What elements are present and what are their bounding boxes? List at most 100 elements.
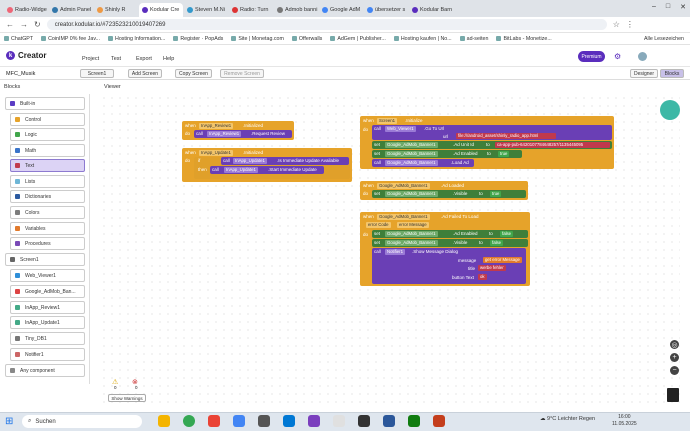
- backpack-icon[interactable]: [660, 100, 680, 120]
- app-icon[interactable]: [283, 415, 295, 427]
- app-icon[interactable]: [233, 415, 245, 427]
- browser-tab[interactable]: Shinly R: [94, 3, 138, 17]
- app-icon[interactable]: [258, 415, 270, 427]
- bookmark-item[interactable]: Register · PopAds: [173, 36, 223, 42]
- event-parameter[interactable]: error Message: [397, 222, 429, 228]
- trash-icon[interactable]: [667, 388, 679, 402]
- zoom-in-icon[interactable]: +: [670, 353, 679, 362]
- close-icon[interactable]: ✕: [680, 3, 686, 11]
- taskbar-search[interactable]: ⌕ Suchen: [22, 415, 142, 428]
- avatar[interactable]: [638, 52, 647, 61]
- browser-tab[interactable]: Kodular Barn: [409, 3, 453, 17]
- browser-tab-active[interactable]: Kodular Cre: [139, 3, 183, 17]
- palette-lists[interactable]: Lists: [10, 175, 85, 188]
- get-variable-block[interactable]: get error Message: [483, 257, 522, 263]
- palette-built-in[interactable]: Built-in: [5, 97, 85, 110]
- text-literal[interactable]: werbe fehler: [478, 265, 506, 271]
- app-logo[interactable]: k Creator: [6, 51, 46, 60]
- star-icon[interactable]: ☆: [613, 20, 620, 29]
- text-literal[interactable]: file:///android_asset/shinly_radio_app.h…: [456, 133, 556, 139]
- component-dropdown[interactable]: Google_AdMob_Banner1: [377, 183, 430, 189]
- palette-logic[interactable]: Logic: [10, 128, 85, 141]
- chrome-icon[interactable]: [183, 415, 195, 427]
- palette-any-component[interactable]: Any component: [5, 364, 85, 377]
- boolean-literal[interactable]: true: [498, 151, 510, 157]
- event-parameter[interactable]: error Code: [366, 222, 391, 228]
- palette-text[interactable]: Text: [10, 159, 85, 172]
- reload-icon[interactable]: ↻: [34, 20, 41, 29]
- browser-tab[interactable]: Steven M.Ni: [184, 3, 228, 17]
- bookmark-item[interactable]: Offerwalls: [291, 36, 322, 42]
- app-icon[interactable]: [333, 415, 345, 427]
- component-dropdown[interactable]: Google_AdMob_Banner1: [385, 151, 438, 157]
- minimize-icon[interactable]: –: [652, 3, 656, 11]
- palette-colors[interactable]: Colors: [10, 206, 85, 219]
- show-warnings-button[interactable]: Show Warnings: [108, 394, 146, 402]
- boolean-literal[interactable]: false: [490, 240, 504, 246]
- menu-test[interactable]: Test: [111, 56, 121, 62]
- maximize-icon[interactable]: □: [666, 3, 670, 11]
- palette-inapp-review1[interactable]: InApp_Review1: [10, 301, 85, 314]
- bookmark-item[interactable]: BitLabs - Monetize...: [496, 36, 552, 42]
- premium-button[interactable]: Premium: [578, 51, 605, 62]
- palette-procedures[interactable]: Procedures: [10, 237, 85, 250]
- zoom-out-icon[interactable]: −: [670, 366, 679, 375]
- browser-tab[interactable]: Google AdM: [319, 3, 363, 17]
- bookmark-item[interactable]: ad-seiten: [459, 36, 488, 42]
- palette-variables[interactable]: Variables: [10, 222, 85, 235]
- app-icon[interactable]: [433, 415, 445, 427]
- bookmark-item[interactable]: CoinIMP 0% fee Jav...: [41, 36, 100, 42]
- menu-export[interactable]: Export: [136, 56, 152, 62]
- designer-button[interactable]: Designer: [630, 69, 658, 78]
- browser-tab[interactable]: übersetzer s: [364, 3, 408, 17]
- windows-start-icon[interactable]: ⊞: [5, 416, 13, 427]
- bookmark-item[interactable]: ChatGPT: [4, 36, 33, 42]
- blocks-button[interactable]: Blocks: [660, 69, 684, 78]
- component-dropdown[interactable]: Web_Viewer1: [385, 126, 416, 132]
- menu-help[interactable]: Help: [163, 56, 174, 62]
- text-literal[interactable]: ok: [478, 274, 487, 280]
- url-field[interactable]: creator.kodular.io/#723523210019407269: [46, 19, 607, 30]
- browser-tab[interactable]: Admob banni: [274, 3, 318, 17]
- palette-inapp-update1[interactable]: InApp_Update1: [10, 316, 85, 329]
- recenter-icon[interactable]: ◎: [670, 340, 679, 349]
- component-dropdown[interactable]: Notifier1: [385, 249, 406, 255]
- remove-screen-button[interactable]: Remove Screen: [220, 69, 264, 78]
- component-dropdown[interactable]: InApp_Update1: [224, 167, 258, 173]
- component-dropdown[interactable]: Google_AdMob_Banner1: [385, 240, 438, 246]
- boolean-literal[interactable]: true: [490, 191, 502, 197]
- palette-admob-banner[interactable]: Google_AdMob_Ban...: [10, 285, 85, 298]
- boolean-literal[interactable]: false: [500, 231, 514, 237]
- palette-control[interactable]: Control: [10, 113, 85, 126]
- browser-tab[interactable]: Admin Panel: [49, 3, 93, 17]
- forward-icon[interactable]: →: [20, 20, 28, 29]
- browser-tab[interactable]: Radio: Turn: [229, 3, 273, 17]
- palette-math[interactable]: Math: [10, 144, 85, 157]
- app-icon[interactable]: [358, 415, 370, 427]
- menu-project[interactable]: Project: [82, 56, 99, 62]
- component-dropdown[interactable]: Google_AdMob_Banner1: [385, 231, 438, 237]
- palette-dictionaries[interactable]: Dictionaries: [10, 190, 85, 203]
- copy-screen-button[interactable]: Copy Screen: [175, 69, 212, 78]
- all-bookmarks[interactable]: Alle Lesezeichen: [644, 36, 684, 42]
- palette-notifier1[interactable]: Notifier1: [10, 348, 85, 361]
- app-icon[interactable]: [308, 415, 320, 427]
- gear-icon[interactable]: ⚙: [614, 52, 621, 61]
- bookmark-item[interactable]: Hosting kaufen | No...: [393, 36, 452, 42]
- component-dropdown[interactable]: InApp_Review1: [207, 131, 242, 137]
- system-clock[interactable]: 16:00 11.05.2025: [612, 414, 637, 427]
- component-dropdown[interactable]: InApp_Update1: [199, 150, 233, 156]
- app-icon[interactable]: [208, 415, 220, 427]
- app-icon[interactable]: [383, 415, 395, 427]
- browser-tab[interactable]: Radio-Widge: [4, 3, 48, 17]
- screen-select[interactable]: Screen1: [80, 69, 114, 78]
- text-literal[interactable]: ca-app-pub-6420107784648257/1135445095: [495, 142, 610, 148]
- app-icon[interactable]: [408, 415, 420, 427]
- component-dropdown[interactable]: InApp_Update1: [233, 158, 267, 164]
- back-icon[interactable]: ←: [6, 20, 14, 29]
- palette-web-viewer1[interactable]: Web_Viewer1: [10, 269, 85, 282]
- add-screen-button[interactable]: Add Screen: [128, 69, 162, 78]
- palette-tiny-db1[interactable]: Tiny_DB1: [10, 332, 85, 345]
- file-explorer-icon[interactable]: [158, 415, 170, 427]
- component-dropdown[interactable]: Google_AdMob_Banner1: [385, 191, 438, 197]
